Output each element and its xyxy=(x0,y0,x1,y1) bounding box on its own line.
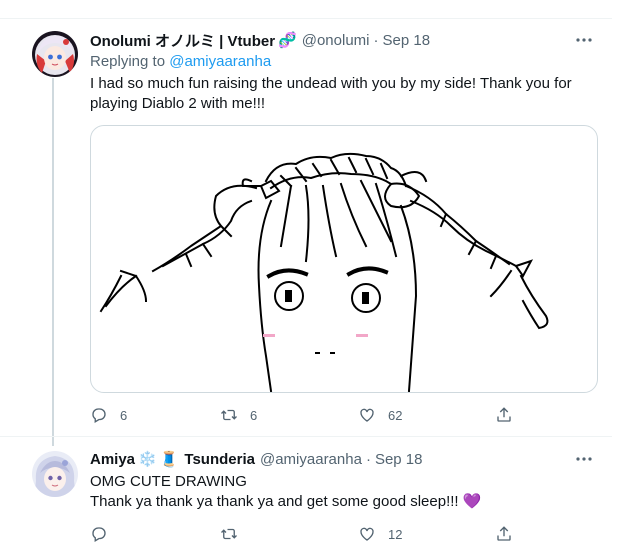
retweet-button[interactable]: 6 xyxy=(220,405,257,425)
like-button[interactable]: 12 xyxy=(358,524,402,544)
share-icon xyxy=(497,526,511,541)
like-count: 12 xyxy=(388,526,403,542)
like-button[interactable]: 62 xyxy=(358,405,402,425)
author-name[interactable]: Amiya xyxy=(90,451,135,468)
author-name[interactable]: Onolumi オノルミ | Vtuber xyxy=(90,30,275,51)
retweet-button[interactable] xyxy=(220,524,250,544)
reply-icon xyxy=(92,527,106,542)
tweet-image-drawing[interactable] xyxy=(90,125,598,393)
replying-to-link[interactable]: @amiyaaranha xyxy=(169,53,271,70)
retweet-icon xyxy=(221,409,237,421)
replying-to-prefix: Replying to xyxy=(90,53,166,70)
tweet-actions: 12 xyxy=(90,524,530,544)
replying-to: Replying to @amiyaaranha xyxy=(90,53,271,70)
tweet-header: Amiya ❄️ 🧵 Tsunderia @amiyaaranha · Sep … xyxy=(90,449,422,469)
reply-button[interactable] xyxy=(90,524,120,544)
more-icon[interactable] xyxy=(574,30,594,50)
tweet-text: I had so much fun raising the undead wit… xyxy=(90,74,590,114)
tweet-actions: 6 6 62 xyxy=(90,405,530,425)
tweet-onolumi[interactable]: Onolumi オノルミ | Vtuber 🧬 @onolumi · Sep 1… xyxy=(0,18,612,436)
author-handle[interactable]: @amiyaaranha xyxy=(260,451,362,468)
share-button[interactable] xyxy=(495,405,513,425)
reply-count: 6 xyxy=(120,407,128,423)
thread-emoji: 🧵 xyxy=(159,451,179,468)
previous-tweet-divider xyxy=(0,0,612,19)
tweet-text-line: OMG CUTE DRAWING xyxy=(90,473,247,490)
tweet-date[interactable]: Sep 18 xyxy=(375,451,423,468)
like-count: 62 xyxy=(388,407,403,423)
retweet-count: 6 xyxy=(250,407,258,423)
dna-emoji: 🧬 xyxy=(278,32,297,49)
reply-button[interactable]: 6 xyxy=(90,405,127,425)
like-icon xyxy=(360,527,374,541)
tweet-amiya[interactable]: Amiya ❄️ 🧵 Tsunderia @amiyaaranha · Sep … xyxy=(0,436,612,559)
separator-dot: · xyxy=(373,31,379,49)
like-icon xyxy=(360,408,374,422)
tweet-text-line: Thank ya thank ya thank ya and get some … xyxy=(90,493,482,510)
separator-dot: · xyxy=(365,450,371,468)
snowflake-emoji: ❄️ xyxy=(138,451,157,468)
tweet-text-line: I had so much fun raising the undead wit… xyxy=(90,75,572,92)
author-name-suffix[interactable]: Tsunderia xyxy=(184,451,255,468)
tweet-text: OMG CUTE DRAWING Thank ya thank ya thank… xyxy=(90,472,590,512)
avatar[interactable] xyxy=(32,451,78,497)
avatar[interactable] xyxy=(32,31,78,77)
tweet-text-line: playing Diablo 2 with me!!! xyxy=(90,95,266,112)
tweet-header: Onolumi オノルミ | Vtuber 🧬 @onolumi · Sep 1… xyxy=(90,30,430,50)
more-icon[interactable] xyxy=(574,449,594,469)
author-handle[interactable]: @onolumi xyxy=(302,32,370,49)
share-button[interactable] xyxy=(495,524,513,544)
retweet-icon xyxy=(221,528,237,540)
reply-icon xyxy=(92,408,106,423)
tweet-date[interactable]: Sep 18 xyxy=(383,32,431,49)
share-icon xyxy=(497,407,511,422)
